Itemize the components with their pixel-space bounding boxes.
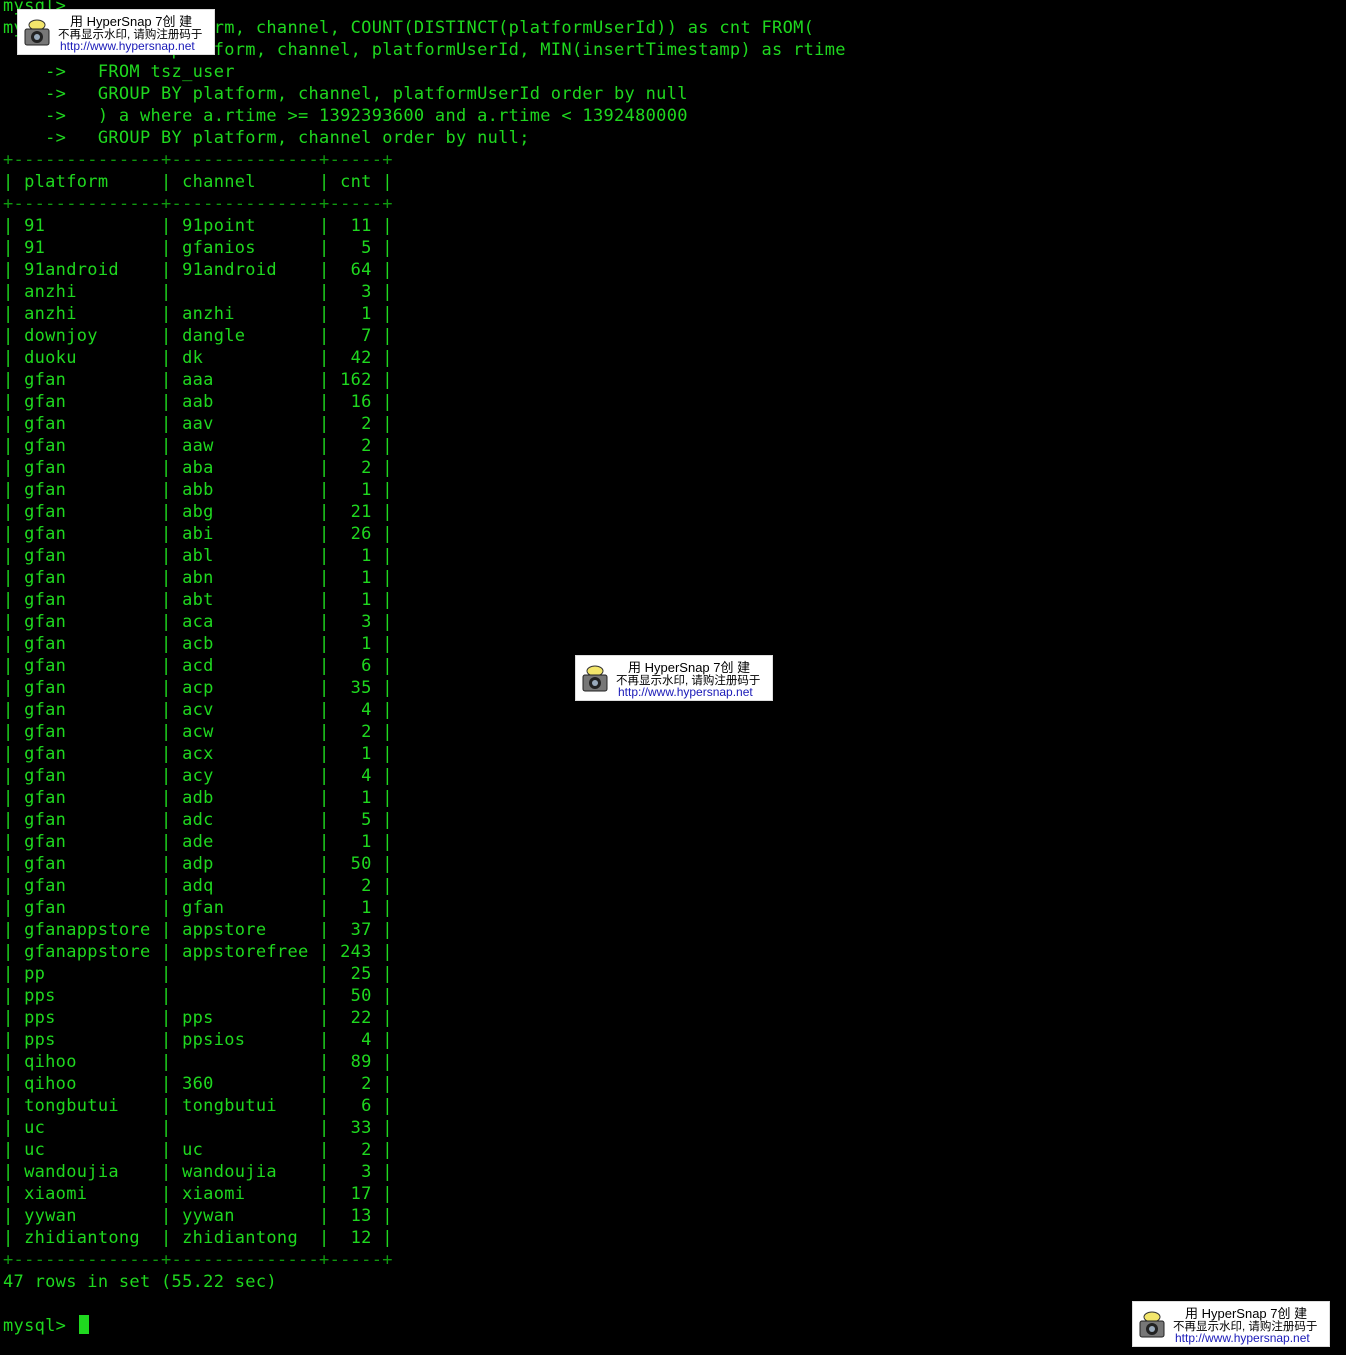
terminal-line: +--------------+--------------+-----+ [3, 150, 393, 170]
terminal-line: | gfan | aba | 2 | [3, 458, 393, 478]
terminal-line: | zhidiantong | zhidiantong | 12 | [3, 1228, 393, 1248]
terminal-line: | uc | | 33 | [3, 1118, 393, 1138]
terminal-line: | 91android | 91android | 64 | [3, 260, 393, 280]
terminal-line: | gfanappstore | appstore | 37 | [3, 920, 393, 940]
terminal-line: | gfan | aaw | 2 | [3, 436, 393, 456]
terminal-line: +--------------+--------------+-----+ [3, 1250, 393, 1270]
camera-icon [582, 665, 608, 692]
terminal-line: | duoku | dk | 42 | [3, 348, 393, 368]
terminal-line: | gfan | adp | 50 | [3, 854, 393, 874]
terminal-line: | 91 | gfanios | 5 | [3, 238, 393, 258]
terminal-line: | gfan | adq | 2 | [3, 876, 393, 896]
text-cursor [78, 1315, 89, 1334]
terminal-line: | pps | | 50 | [3, 986, 393, 1006]
terminal-line: | gfan | adb | 1 | [3, 788, 393, 808]
terminal-line: | gfan | acp | 35 | [3, 678, 393, 698]
terminal-line: | tongbutui | tongbutui | 6 | [3, 1096, 393, 1116]
terminal-line: | qihoo | 360 | 2 | [3, 1074, 393, 1094]
terminal-line: mysql> [3, 1315, 89, 1337]
terminal-line: | pps | ppsios | 4 | [3, 1030, 393, 1050]
terminal-line: | 91 | 91point | 11 | [3, 216, 393, 236]
terminal-line: | platform | channel | cnt | [3, 172, 393, 192]
terminal-line: | gfanappstore | appstorefree | 243 | [3, 942, 393, 962]
terminal-line: +--------------+--------------+-----+ [3, 194, 393, 214]
terminal-line: | gfan | aaa | 162 | [3, 370, 393, 390]
terminal-line: | pp | | 25 | [3, 964, 393, 984]
terminal-line: -> ) a where a.rtime >= 1392393600 and a… [3, 106, 688, 126]
terminal-line: | uc | uc | 2 | [3, 1140, 393, 1160]
hypersnap-watermark: 用 HyperSnap 7创 建 不再显示水印, 请购注册码于 http://w… [17, 9, 215, 55]
camera-icon [1139, 1311, 1165, 1338]
terminal-line: | gfan | aav | 2 | [3, 414, 393, 434]
terminal-line: -> GROUP BY platform, channel order by n… [3, 128, 530, 148]
terminal-line: | gfan | abn | 1 | [3, 568, 393, 588]
watermark-url: http://www.hypersnap.net [1175, 1331, 1310, 1345]
terminal-line: | gfan | acx | 1 | [3, 744, 393, 764]
terminal-line: | gfan | acb | 1 | [3, 634, 393, 654]
terminal-line: | gfan | abb | 1 | [3, 480, 393, 500]
watermark-url: http://www.hypersnap.net [618, 685, 753, 699]
terminal-line: | gfan | ade | 1 | [3, 832, 393, 852]
terminal-line: | pps | pps | 22 | [3, 1008, 393, 1028]
watermark-url: http://www.hypersnap.net [60, 39, 195, 53]
terminal-line: | gfan | acw | 2 | [3, 722, 393, 742]
terminal-line: | gfan | acv | 4 | [3, 700, 393, 720]
terminal-line: | gfan | acd | 6 | [3, 656, 393, 676]
terminal-line: | xiaomi | xiaomi | 17 | [3, 1184, 393, 1204]
terminal-line: | gfan | aca | 3 | [3, 612, 393, 632]
terminal-line: | anzhi | | 3 | [3, 282, 393, 302]
terminal-line: | yywan | yywan | 13 | [3, 1206, 393, 1226]
terminal-line: -> GROUP BY platform, channel, platformU… [3, 84, 688, 104]
terminal-line: 47 rows in set (55.22 sec) [3, 1272, 277, 1292]
terminal-line: | gfan | abl | 1 | [3, 546, 393, 566]
camera-icon [24, 19, 50, 46]
terminal-line: -> FROM tsz_user [3, 62, 235, 82]
terminal-line: | gfan | abg | 21 | [3, 502, 393, 522]
terminal-line: | gfan | aab | 16 | [3, 392, 393, 412]
terminal-line: | gfan | gfan | 1 | [3, 898, 393, 918]
terminal-line: | anzhi | anzhi | 1 | [3, 304, 393, 324]
hypersnap-watermark: 用 HyperSnap 7创 建 不再显示水印, 请购注册码于 http://w… [575, 655, 773, 701]
terminal-line: | qihoo | | 89 | [3, 1052, 393, 1072]
terminal-line: | wandoujia | wandoujia | 3 | [3, 1162, 393, 1182]
terminal-line: | gfan | adc | 5 | [3, 810, 393, 830]
terminal-line: | gfan | abi | 26 | [3, 524, 393, 544]
terminal-line: | gfan | abt | 1 | [3, 590, 393, 610]
hypersnap-watermark: 用 HyperSnap 7创 建 不再显示水印, 请购注册码于 http://w… [1132, 1301, 1330, 1347]
terminal-line: | downjoy | dangle | 7 | [3, 326, 393, 346]
terminal-line: | gfan | acy | 4 | [3, 766, 393, 786]
